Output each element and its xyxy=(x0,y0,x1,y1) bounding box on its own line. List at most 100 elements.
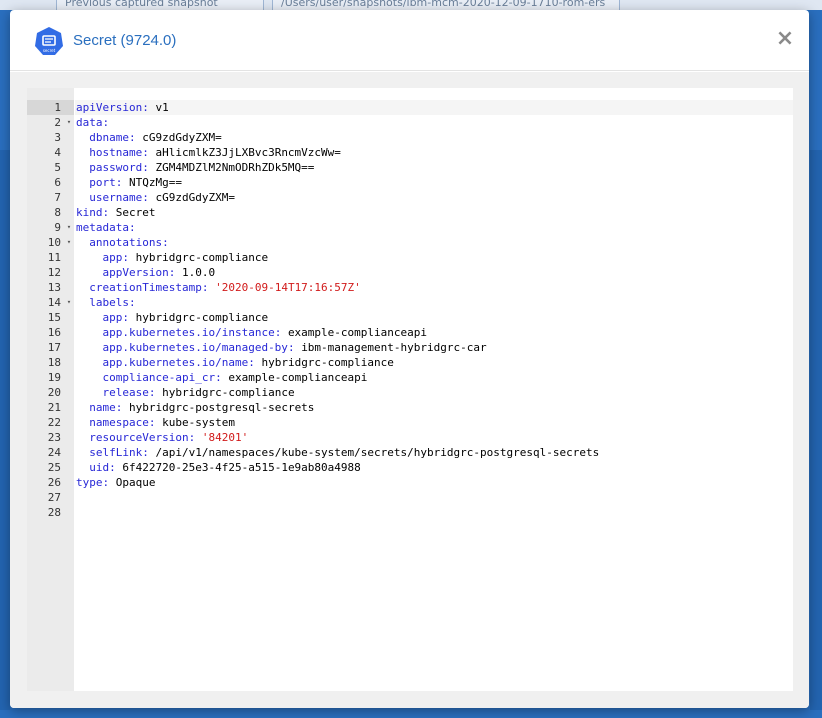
code-line[interactable]: 25 uid: 6f422720-25e3-4f25-a515-1e9ab80a… xyxy=(27,460,793,475)
yaml-separator: : xyxy=(102,206,116,219)
code-text: uid: 6f422720-25e3-4f25-a515-1e9ab80a498… xyxy=(75,460,793,475)
yaml-key: data xyxy=(76,116,103,129)
yaml-value: '2020-09-14T17:16:57Z' xyxy=(215,281,361,294)
code-text: kind: Secret xyxy=(75,205,793,220)
modal-header: secret Secret (9724.0) × xyxy=(10,10,809,71)
line-number: 25 xyxy=(47,461,61,474)
yaml-separator: : xyxy=(168,266,182,279)
yaml-value: hybridgrc-compliance xyxy=(162,386,295,399)
yaml-key: resourceVersion xyxy=(89,431,189,444)
line-number: 12 xyxy=(47,266,61,279)
background-panel-left xyxy=(0,150,10,710)
yaml-separator: : xyxy=(102,476,116,489)
code-line[interactable]: 6 port: NTQzMg== xyxy=(27,175,793,190)
code-line[interactable]: 2 ▾ data: xyxy=(27,115,793,130)
yaml-value: ZGM4MDZlM2NmODRhZDk5MQ== xyxy=(155,161,315,174)
code-line[interactable]: 7 username: cG9zdGdyZXM= xyxy=(27,190,793,205)
code-line[interactable]: 11 app: hybridgrc-compliance xyxy=(27,250,793,265)
code-line[interactable]: 18 app.kubernetes.io/name: hybridgrc-com… xyxy=(27,355,793,370)
code-text: app.kubernetes.io/name: hybridgrc-compli… xyxy=(75,355,793,370)
code-text: port: NTQzMg== xyxy=(75,175,793,190)
code-text: username: cG9zdGdyZXM= xyxy=(75,190,793,205)
yaml-separator: : xyxy=(115,401,129,414)
yaml-key: app xyxy=(102,251,123,264)
yaml-separator: : xyxy=(128,221,136,234)
code-line[interactable]: 23 resourceVersion: '84201' xyxy=(27,430,793,445)
code-text: name: hybridgrc-postgresql-secrets xyxy=(75,400,793,415)
code-line[interactable]: 16 app.kubernetes.io/instance: example-c… xyxy=(27,325,793,340)
fold-toggle-icon[interactable]: ▾ xyxy=(65,235,73,250)
line-number: 23 xyxy=(47,431,61,444)
yaml-key: name xyxy=(89,401,116,414)
code-text: appVersion: 1.0.0 xyxy=(75,265,793,280)
fold-toggle-icon[interactable]: ▾ xyxy=(65,295,73,310)
code-line[interactable]: 22 namespace: kube-system xyxy=(27,415,793,430)
yaml-separator: : xyxy=(148,416,163,429)
code-text: dbname: cG9zdGdyZXM= xyxy=(75,130,793,145)
code-line[interactable]: 1 apiVersion: v1 xyxy=(27,100,793,115)
yaml-separator: : xyxy=(162,236,169,249)
background-panel-right xyxy=(810,150,822,710)
fold-toggle-icon[interactable]: ▾ xyxy=(65,115,73,130)
yaml-separator: : xyxy=(188,431,202,444)
line-number: 26 xyxy=(47,476,61,489)
line-number: 16 xyxy=(47,326,61,339)
line-number: 6 xyxy=(54,176,61,189)
yaml-key: selfLink xyxy=(89,446,143,459)
code-text: password: ZGM4MDZlM2NmODRhZDk5MQ== xyxy=(75,160,793,175)
line-number: 18 xyxy=(47,356,61,369)
code-line[interactable]: 28 xyxy=(27,505,793,520)
yaml-value: 1.0.0 xyxy=(181,266,216,279)
line-number: 15 xyxy=(47,311,61,324)
code-line[interactable]: 4 hostname: aHlicmlkZ3JjLXBvc3RncmVzcWw= xyxy=(27,145,793,160)
code-line[interactable]: 17 app.kubernetes.io/managed-by: ibm-man… xyxy=(27,340,793,355)
code-text: app.kubernetes.io/instance: example-comp… xyxy=(75,325,793,340)
fold-toggle-icon[interactable]: ▾ xyxy=(65,220,73,235)
code-line[interactable]: 5 password: ZGM4MDZlM2NmODRhZDk5MQ== xyxy=(27,160,793,175)
logo-label: secret xyxy=(43,48,56,53)
code-line[interactable]: 26 type: Opaque xyxy=(27,475,793,490)
close-icon[interactable]: × xyxy=(774,28,796,50)
code-line[interactable]: 3 dbname: cG9zdGdyZXM= xyxy=(27,130,793,145)
yaml-value: cG9zdGdyZXM= xyxy=(155,191,235,204)
code-line[interactable]: 19 compliance-api_cr: example-compliance… xyxy=(27,370,793,385)
yaml-key: annotations xyxy=(89,236,163,249)
yaml-key: creationTimestamp xyxy=(89,281,202,294)
code-line[interactable]: 27 xyxy=(27,490,793,505)
yaml-separator: : xyxy=(201,281,216,294)
code-line[interactable]: 15 app: hybridgrc-compliance xyxy=(27,310,793,325)
line-number: 24 xyxy=(47,446,61,459)
code-line[interactable]: 10 ▾ annotations: xyxy=(27,235,793,250)
code-line[interactable]: 14 ▾ labels: xyxy=(27,295,793,310)
yaml-value: hybridgrc-compliance xyxy=(135,311,269,324)
yaml-separator: : xyxy=(109,461,123,474)
yaml-key: type xyxy=(76,476,103,489)
code-text: compliance-api_cr: example-complianceapi xyxy=(75,370,793,385)
code-line[interactable]: 24 selfLink: /api/v1/namespaces/kube-sys… xyxy=(27,445,793,460)
code-line[interactable]: 12 appVersion: 1.0.0 xyxy=(27,265,793,280)
modal-title: Secret (9724.0) xyxy=(73,32,177,49)
code-line[interactable]: 9 ▾ metadata: xyxy=(27,220,793,235)
code-line[interactable]: 21 name: hybridgrc-postgresql-secrets xyxy=(27,400,793,415)
line-number: 22 xyxy=(47,416,61,429)
code-line[interactable]: 20 release: hybridgrc-compliance xyxy=(27,385,793,400)
code-text: data: xyxy=(75,115,793,130)
code-area[interactable]: 1 apiVersion: v1 2 ▾ data: 3 dbname: cG9zdGdy… xyxy=(27,100,793,520)
yaml-separator: : xyxy=(142,446,156,459)
kubernetes-secret-icon: secret xyxy=(35,27,63,55)
modal-body: 1 apiVersion: v1 2 ▾ data: 3 dbname: cG9zdGdy… xyxy=(10,72,809,708)
yaml-key: appVersion xyxy=(102,266,169,279)
code-line[interactable]: 8 kind: Secret xyxy=(27,205,793,220)
code-line[interactable]: 13 creationTimestamp: '2020-09-14T17:16:… xyxy=(27,280,793,295)
yaml-editor[interactable]: 1 apiVersion: v1 2 ▾ data: 3 dbname: cG9zdGdy… xyxy=(27,88,793,691)
